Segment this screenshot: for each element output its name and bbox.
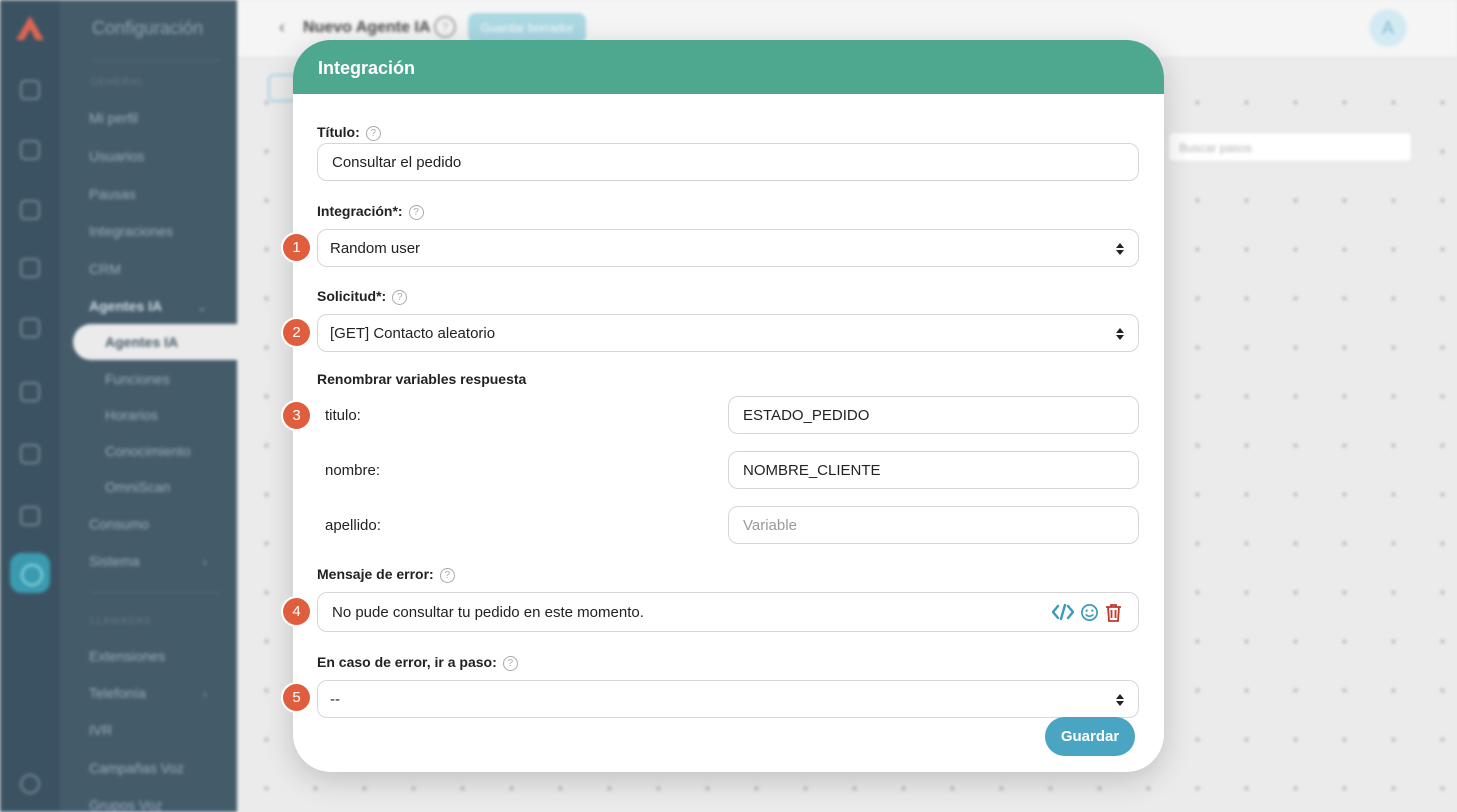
- save-button[interactable]: Guardar: [1045, 717, 1135, 756]
- rename-variables-label: Renombrar variables respuesta: [317, 371, 527, 387]
- message-tools: [1052, 602, 1122, 622]
- step-marker: 1: [283, 234, 310, 261]
- error-label-text: Mensaje de error:: [317, 566, 434, 582]
- titulo-input[interactable]: Consultar el pedido: [317, 143, 1139, 181]
- integracion-label: Integración*:?: [317, 203, 424, 220]
- emoji-icon[interactable]: [1080, 603, 1099, 622]
- solicitud-label: Solicitud*:?: [317, 288, 408, 305]
- trash-icon[interactable]: [1105, 603, 1122, 622]
- variable-name-titulo: titulo:: [325, 407, 361, 424]
- help-icon[interactable]: ?: [365, 126, 381, 141]
- variable-value: NOMBRE_CLIENTE: [743, 461, 881, 479]
- goto-step-select[interactable]: --: [317, 680, 1139, 718]
- variable-placeholder: Variable: [743, 516, 797, 534]
- integracion-select[interactable]: Random user: [317, 229, 1139, 267]
- help-icon[interactable]: ?: [502, 656, 518, 671]
- error-message-value: No pude consultar tu pedido en este mome…: [332, 603, 644, 621]
- variable-name-apellido: apellido:: [325, 517, 381, 534]
- variable-input-titulo[interactable]: ESTADO_PEDIDO: [728, 396, 1139, 434]
- step-marker: 3: [283, 402, 310, 429]
- goto-step-value: --: [330, 690, 340, 708]
- step-marker: 2: [283, 319, 310, 346]
- solicitud-value: [GET] Contacto aleatorio: [330, 324, 496, 342]
- solicitud-label-text: Solicitud*:: [317, 288, 387, 304]
- variable-input-nombre[interactable]: NOMBRE_CLIENTE: [728, 451, 1139, 489]
- variable-input-apellido[interactable]: Variable: [728, 506, 1139, 544]
- variable-value: ESTADO_PEDIDO: [743, 406, 870, 424]
- step-marker: 5: [283, 684, 310, 711]
- titulo-label: Título:?: [317, 124, 381, 141]
- integration-modal: Integración Título:? Consultar el pedido…: [293, 40, 1164, 772]
- step-marker: 4: [283, 598, 310, 625]
- error-message-label: Mensaje de error:?: [317, 566, 455, 583]
- titulo-label-text: Título:: [317, 124, 360, 140]
- goto-label-text: En caso de error, ir a paso:: [317, 654, 497, 670]
- integracion-label-text: Integración*:: [317, 203, 403, 219]
- integracion-value: Random user: [330, 239, 421, 257]
- code-icon[interactable]: [1052, 602, 1074, 622]
- solicitud-select[interactable]: [GET] Contacto aleatorio: [317, 314, 1139, 352]
- error-message-input[interactable]: No pude consultar tu pedido en este mome…: [317, 592, 1139, 632]
- modal-title: Integración: [293, 40, 1164, 94]
- help-icon[interactable]: ?: [439, 568, 455, 583]
- help-icon[interactable]: ?: [392, 290, 408, 305]
- help-icon[interactable]: ?: [408, 205, 424, 220]
- titulo-value: Consultar el pedido: [332, 153, 462, 171]
- variable-name-nombre: nombre:: [325, 462, 381, 479]
- goto-step-label: En caso de error, ir a paso:?: [317, 654, 518, 671]
